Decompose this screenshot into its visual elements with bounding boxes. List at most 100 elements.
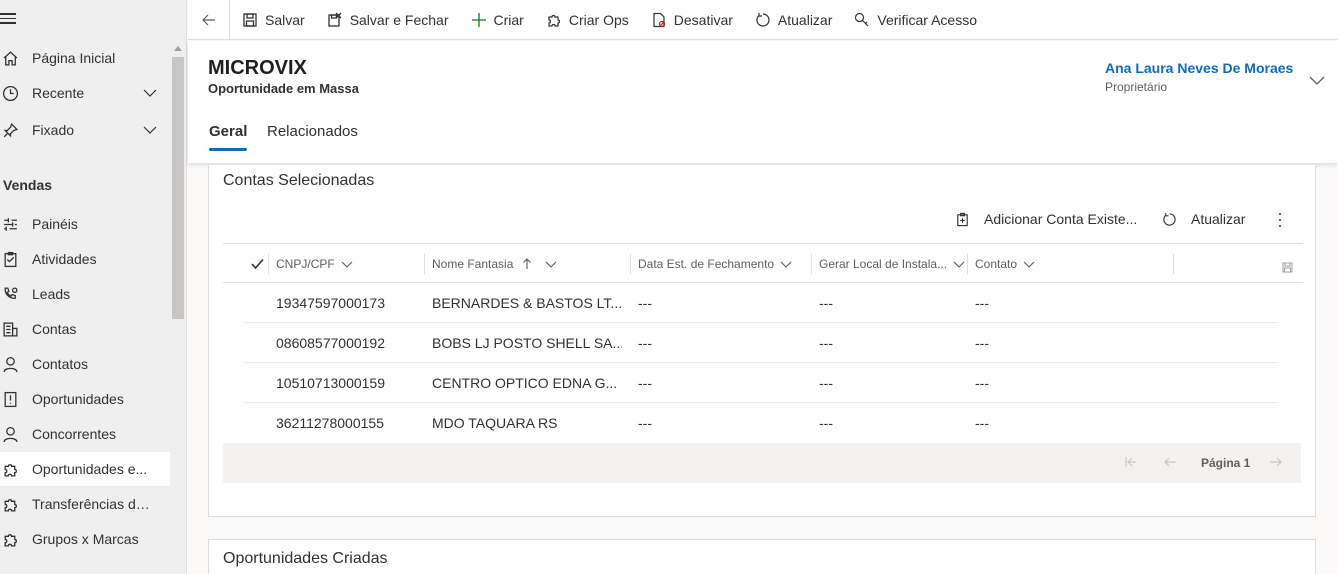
sidebar-item-label: Atividades: [32, 251, 97, 267]
sidebar-item-leads[interactable]: Leads: [0, 277, 170, 311]
chevron-down-icon: [780, 261, 792, 268]
table-row[interactable]: 19347597000173 BERNARDES & BASTOS LT... …: [243, 283, 1278, 323]
sidebar-item-label: Transferências de ...: [32, 496, 157, 512]
section-title: Oportunidades Criadas: [223, 550, 388, 567]
deactivate-button[interactable]: Desativar: [640, 0, 744, 40]
sort-ascending-icon: [523, 258, 532, 269]
more-options-icon[interactable]: [1275, 211, 1285, 229]
sidebar-item-home[interactable]: Página Inicial: [0, 41, 170, 75]
add-clipboard-icon: [957, 212, 968, 226]
table-row[interactable]: 10510713000159 CENTRO OPTICO EDNA G... -…: [243, 363, 1278, 403]
sidebar-item-recent[interactable]: Recente: [0, 76, 170, 110]
sidebar-section-title: Vendas: [3, 177, 53, 193]
key-search-icon: [855, 12, 869, 26]
grid-refresh-button[interactable]: Atualizar: [1162, 211, 1245, 227]
check-access-button[interactable]: Verificar Acesso: [843, 0, 988, 40]
column-header-cnpj[interactable]: CNPJ/CPF: [276, 244, 353, 284]
save-button[interactable]: Salvar: [230, 0, 316, 40]
scroll-thumb[interactable]: [172, 57, 184, 319]
column-header-contact[interactable]: Contato: [975, 244, 1035, 284]
sidebar-item-label: Concorrentes: [32, 426, 117, 442]
back-button[interactable]: [188, 0, 230, 40]
table-row[interactable]: 36211278000155 MDO TAQUARA RS --- --- --…: [243, 403, 1278, 443]
sidebar-item-bulk-opportunities[interactable]: Oportunidades e...: [0, 452, 170, 486]
owner-link[interactable]: Ana Laura Neves De Moraes: [1105, 60, 1293, 76]
column-header-close-date[interactable]: Data Est. de Fechamento: [638, 244, 792, 284]
section-title: Contas Selecionadas: [223, 172, 375, 189]
select-all-check-icon[interactable]: [251, 258, 264, 270]
save-close-icon: [328, 12, 342, 27]
building-icon: [0, 321, 32, 338]
chevron-down-icon[interactable]: [142, 85, 158, 101]
save-close-button[interactable]: Salvar e Fechar: [316, 0, 460, 40]
chevron-down-icon: [545, 261, 557, 268]
sidebar-item-competitors[interactable]: Concorrentes: [0, 417, 170, 451]
record-header: MICROVIX Oportunidade em Massa Ana Laura…: [188, 41, 1338, 163]
page-number-label: Página 1: [1201, 456, 1251, 470]
puzzle-icon: [0, 496, 32, 513]
scroll-up-arrow-icon[interactable]: [174, 46, 182, 51]
table-row[interactable]: 08608577000192 BOBS LJ POSTO SHELL SA...…: [243, 323, 1278, 363]
home-icon: [0, 50, 32, 67]
arrow-left-icon: [201, 14, 215, 25]
phone-person-icon: [0, 286, 32, 303]
hamburger-menu-icon[interactable]: [0, 10, 18, 28]
alert-document-icon: [0, 391, 32, 408]
sidebar-item-pinned[interactable]: Fixado: [0, 113, 170, 147]
column-header-install-location[interactable]: Gerar Local de Instala...: [819, 244, 965, 284]
refresh-icon: [1163, 212, 1176, 226]
selected-accounts-section: Contas Selecionadas Adicionar Conta Exis…: [208, 165, 1316, 517]
sidebar-item-label: Oportunidades: [32, 391, 124, 407]
refresh-icon: [756, 12, 770, 27]
column-header-trade-name[interactable]: Nome Fantasia: [432, 244, 557, 284]
sidebar-item-dashboards[interactable]: Painéis: [0, 207, 170, 241]
owner-role-label: Proprietário: [1105, 80, 1168, 94]
next-page-icon[interactable]: [1269, 455, 1283, 469]
pin-icon: [0, 122, 32, 139]
sidebar-item-label: Oportunidades e...: [32, 461, 148, 477]
sidebar-item-label: Página Inicial: [32, 50, 116, 66]
puzzle-icon: [0, 461, 32, 478]
sidebar: Página Inicial Recente Fixado Vendas Pai…: [0, 0, 187, 574]
sidebar-item-activities[interactable]: Atividades: [0, 242, 170, 276]
tab-general[interactable]: Geral: [209, 123, 248, 151]
create-ops-button[interactable]: Criar Ops: [535, 0, 640, 40]
create-button[interactable]: Criar: [460, 0, 535, 40]
chevron-down-icon[interactable]: [142, 122, 158, 138]
grid-header: CNPJ/CPF Nome Fantasia Data Est. de Fech…: [223, 243, 1303, 283]
person-icon: [0, 356, 32, 373]
deactivate-document-icon: [653, 12, 665, 27]
grid-pagination-bar: Página 1: [223, 443, 1301, 483]
sidebar-item-groups-brands[interactable]: Grupos x Marcas: [0, 522, 170, 556]
sidebar-item-label: Fixado: [32, 122, 75, 138]
puzzle-icon: [0, 531, 32, 548]
refresh-button[interactable]: Atualizar: [744, 0, 843, 40]
sidebar-item-contacts[interactable]: Contatos: [0, 347, 170, 381]
created-opportunities-section: Oportunidades Criadas: [208, 539, 1316, 574]
sidebar-item-accounts[interactable]: Contas: [0, 312, 170, 346]
sidebar-scrollbar[interactable]: [171, 44, 185, 574]
puzzle-icon: [548, 14, 560, 27]
command-bar: Salvar Salvar e Fechar Criar Criar Ops D…: [188, 0, 1338, 40]
sidebar-item-transfers[interactable]: Transferências de ...: [0, 487, 170, 521]
sidebar-item-label: Recente: [32, 85, 85, 101]
entity-type-label: Oportunidade em Massa: [208, 81, 359, 96]
add-existing-account-button[interactable]: Adicionar Conta Existe...: [955, 211, 1137, 227]
chevron-down-icon: [953, 261, 965, 268]
sidebar-item-label: Contas: [32, 321, 77, 337]
sidebar-item-label: Painéis: [32, 216, 78, 232]
sidebar-item-opportunities[interactable]: Oportunidades: [0, 382, 170, 416]
clipboard-icon: [0, 251, 32, 268]
sidebar-item-label: Leads: [32, 286, 71, 302]
sidebar-item-label: Contatos: [32, 356, 89, 372]
sidebar-item-label: Grupos x Marcas: [32, 531, 139, 547]
previous-page-icon[interactable]: [1163, 455, 1177, 469]
tab-related[interactable]: Relacionados: [267, 123, 358, 149]
save-view-icon[interactable]: [1282, 262, 1293, 273]
chevron-down-icon[interactable]: [1308, 71, 1326, 89]
person-icon: [0, 426, 32, 443]
dashboard-icon: [0, 216, 32, 233]
chevron-down-icon: [1023, 261, 1035, 268]
first-page-icon[interactable]: [1124, 455, 1138, 469]
plus-icon: [471, 12, 486, 27]
